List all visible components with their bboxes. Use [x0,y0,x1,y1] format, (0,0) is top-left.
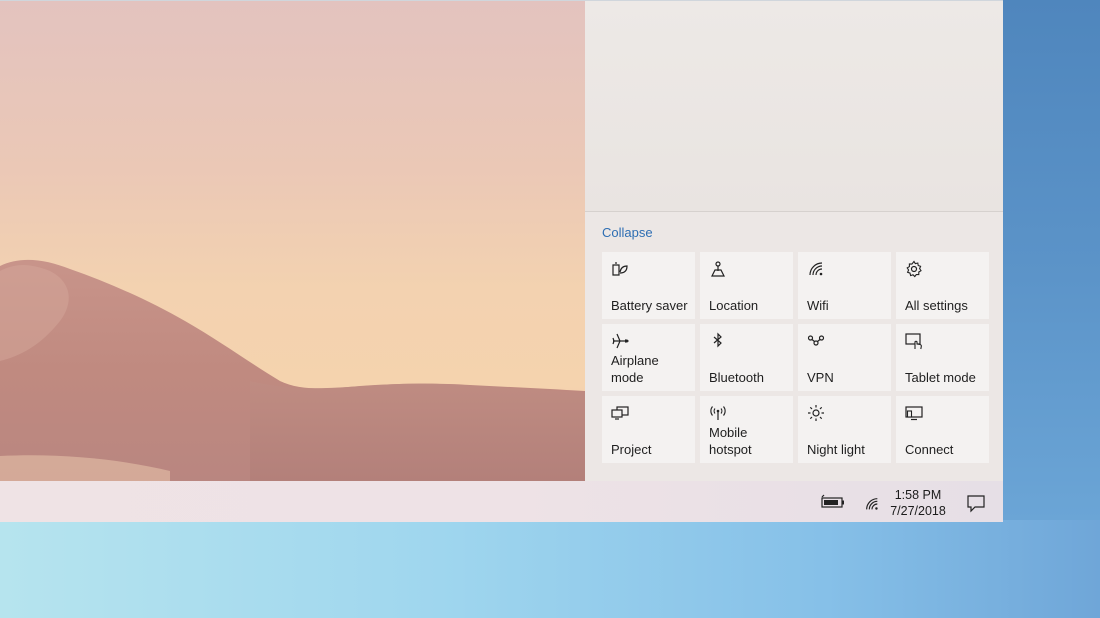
tile-connect[interactable]: Connect [896,396,989,463]
tile-mobile-hotspot[interactable]: Mobile hotspot [700,396,793,463]
tile-label: Night light [807,442,865,457]
action-center-panel: Collapse Battery saver Location Wifi All… [585,1,1003,481]
location-icon [711,261,725,277]
tile-label: All settings [905,298,968,313]
gear-icon [906,260,922,278]
action-center-icon[interactable] [966,493,986,513]
clock-date: 7/27/2018 [890,504,946,518]
tile-label: Airplane mode [611,353,659,385]
tablet-mode-icon [905,333,922,350]
desktop-wallpaper [0,1,585,481]
quick-actions-grid: Battery saver Location Wifi All settings… [602,252,989,463]
outer-background-right [1003,0,1100,520]
tile-label: Tablet mode [905,370,976,385]
night-light-icon [808,405,824,421]
tile-label: Wifi [807,298,829,313]
tile-vpn[interactable]: VPN [798,324,891,391]
battery-saver-icon [612,262,628,276]
tile-project[interactable]: Project [602,396,695,463]
tile-label: Connect [905,442,954,457]
wifi-icon [809,262,823,276]
clock-time: 1:58 PM [894,488,942,502]
tile-tablet-mode[interactable]: Tablet mode [896,324,989,391]
tile-airplane-mode[interactable]: Airplane mode [602,324,695,391]
vpn-icon [807,335,825,346]
screen: Collapse Battery saver Location Wifi All… [0,0,1003,522]
tile-label: Mobile hotspot [709,425,752,457]
tile-label: Battery saver [611,298,688,313]
airplane-icon [612,333,629,349]
connect-icon [905,406,923,421]
notifications-area [585,1,1003,211]
tile-label: VPN [807,370,834,385]
desktop: Collapse Battery saver Location Wifi All… [0,0,1100,618]
tile-night-light[interactable]: Night light [798,396,891,463]
tile-label: Location [709,298,759,313]
bluetooth-icon [713,332,722,348]
hill-illustration [0,259,585,481]
wifi-icon[interactable] [864,496,880,512]
hotspot-icon [710,406,726,420]
tile-battery-saver[interactable]: Battery saver [602,252,695,319]
battery-icon[interactable] [820,494,846,510]
collapse-link[interactable]: Collapse [602,225,653,240]
tile-location[interactable]: Location [700,252,793,319]
tile-label: Project [611,442,652,457]
tile-all-settings[interactable]: All settings [896,252,989,319]
taskbar-clock[interactable]: 1:58 PM 7/27/2018 [883,487,953,519]
tile-label: Bluetooth [709,370,764,385]
divider [585,211,1003,212]
tile-wifi[interactable]: Wifi [798,252,891,319]
tile-bluetooth[interactable]: Bluetooth [700,324,793,391]
outer-background [0,520,1100,618]
taskbar [0,481,1003,522]
project-icon [611,406,629,420]
